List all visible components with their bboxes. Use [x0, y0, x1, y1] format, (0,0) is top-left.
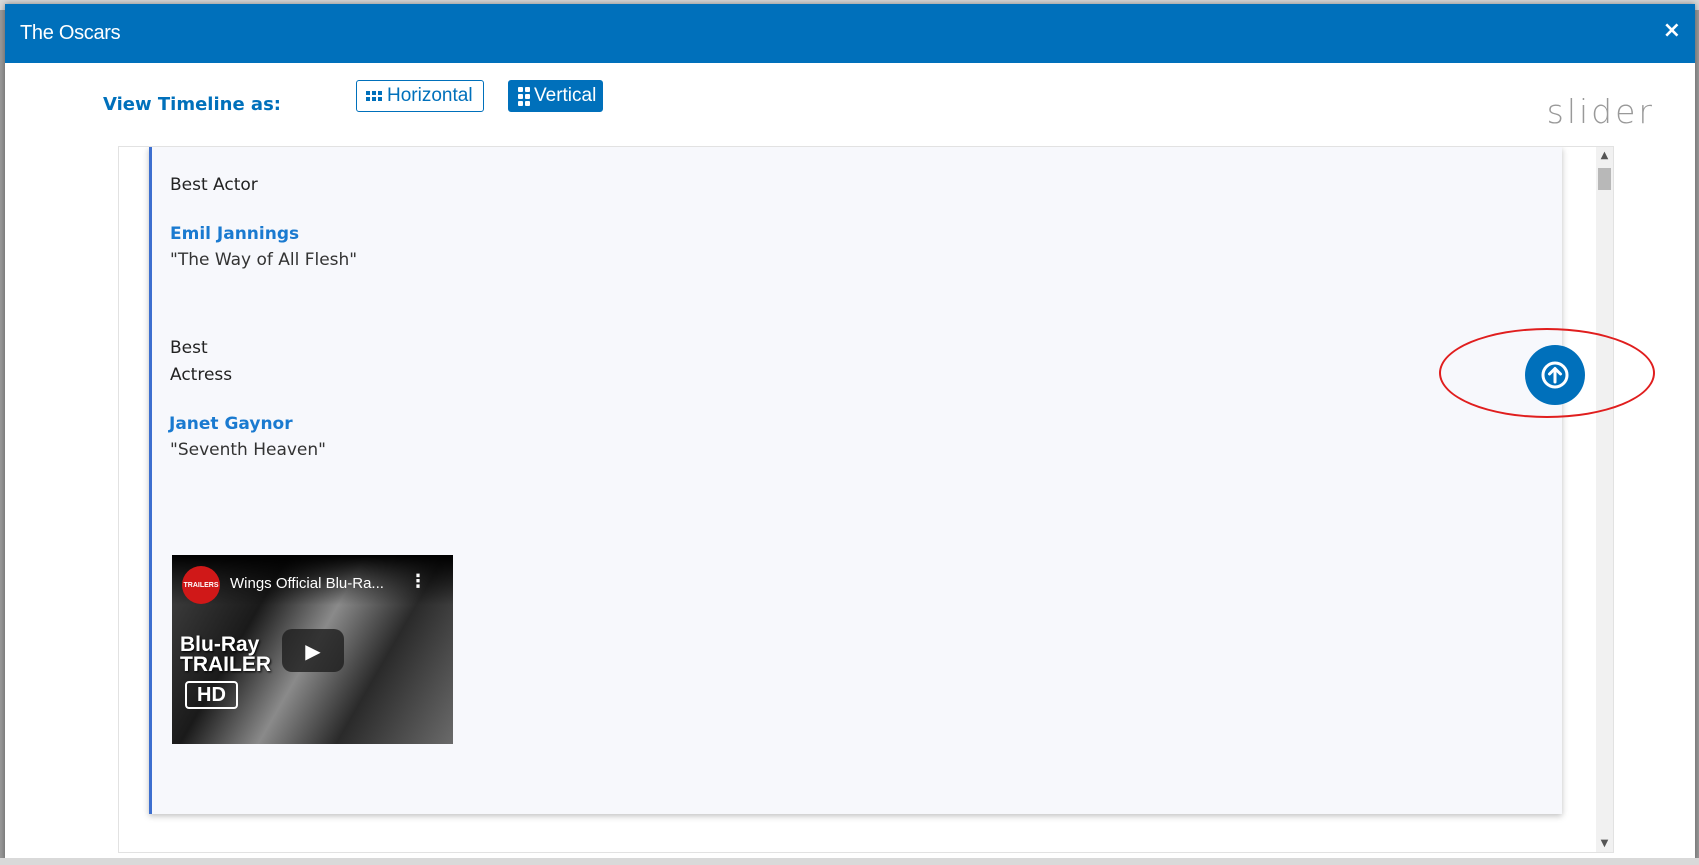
- arrow-up-circle-icon[interactable]: [1525, 345, 1585, 405]
- view-timeline-label: View Timeline as:: [103, 94, 281, 115]
- horizontal-view-button[interactable]: Horizontal: [356, 80, 484, 112]
- channel-logo[interactable]: TRAILERS: [182, 566, 220, 604]
- play-icon[interactable]: ▶: [282, 629, 344, 672]
- arrow-up-icon: [1541, 361, 1569, 389]
- grid-icon: [518, 86, 530, 106]
- vertical-scrollbar[interactable]: ▲ ▼: [1596, 147, 1613, 852]
- film-title: "Seventh Heaven": [170, 440, 326, 460]
- category-best-actor: Best Actor: [170, 175, 258, 195]
- winner-link[interactable]: Emil Jannings: [170, 224, 299, 244]
- category-best-actress-line1: Best: [170, 338, 208, 358]
- oscars-modal: The Oscars × View Timeline as: Horizonta…: [5, 4, 1695, 861]
- video-embed[interactable]: TRAILERS Wings Official Blu-Ra... ⋮ Blu-…: [172, 555, 453, 744]
- timeline-frame: Best Actor Emil Jannings "The Way of All…: [118, 146, 1614, 853]
- scrollbar-thumb[interactable]: [1598, 168, 1611, 190]
- film-title: "The Way of All Flesh": [170, 250, 358, 270]
- overlay-line-2: TRAILER: [180, 653, 271, 676]
- slider-label: slider: [1546, 92, 1655, 131]
- modal-title: The Oscars: [20, 22, 121, 44]
- category-best-actress-line2: Actress: [170, 365, 233, 385]
- scroll-down-arrow-icon[interactable]: ▼: [1596, 835, 1613, 852]
- more-options-icon[interactable]: ⋮: [409, 571, 427, 592]
- modal-header: The Oscars ×: [5, 4, 1695, 63]
- close-icon[interactable]: ×: [1663, 20, 1681, 42]
- video-overlay-text: Blu-Ray TRAILER: [180, 633, 271, 676]
- video-title[interactable]: Wings Official Blu-Ra...: [230, 575, 405, 592]
- overlay-line-1: Blu-Ray: [180, 633, 260, 656]
- vertical-label: Vertical: [534, 85, 597, 106]
- background-bottom-strip: [0, 858, 1699, 865]
- scroll-up-arrow-icon[interactable]: ▲: [1596, 147, 1613, 164]
- winner-link[interactable]: Janet Gaynor: [169, 414, 293, 434]
- grid-icon: [366, 91, 382, 101]
- vertical-view-button[interactable]: Vertical: [508, 80, 603, 112]
- timeline-card: Best Actor Emil Jannings "The Way of All…: [149, 147, 1562, 814]
- horizontal-label: Horizontal: [387, 85, 473, 106]
- hd-badge: HD: [185, 681, 238, 709]
